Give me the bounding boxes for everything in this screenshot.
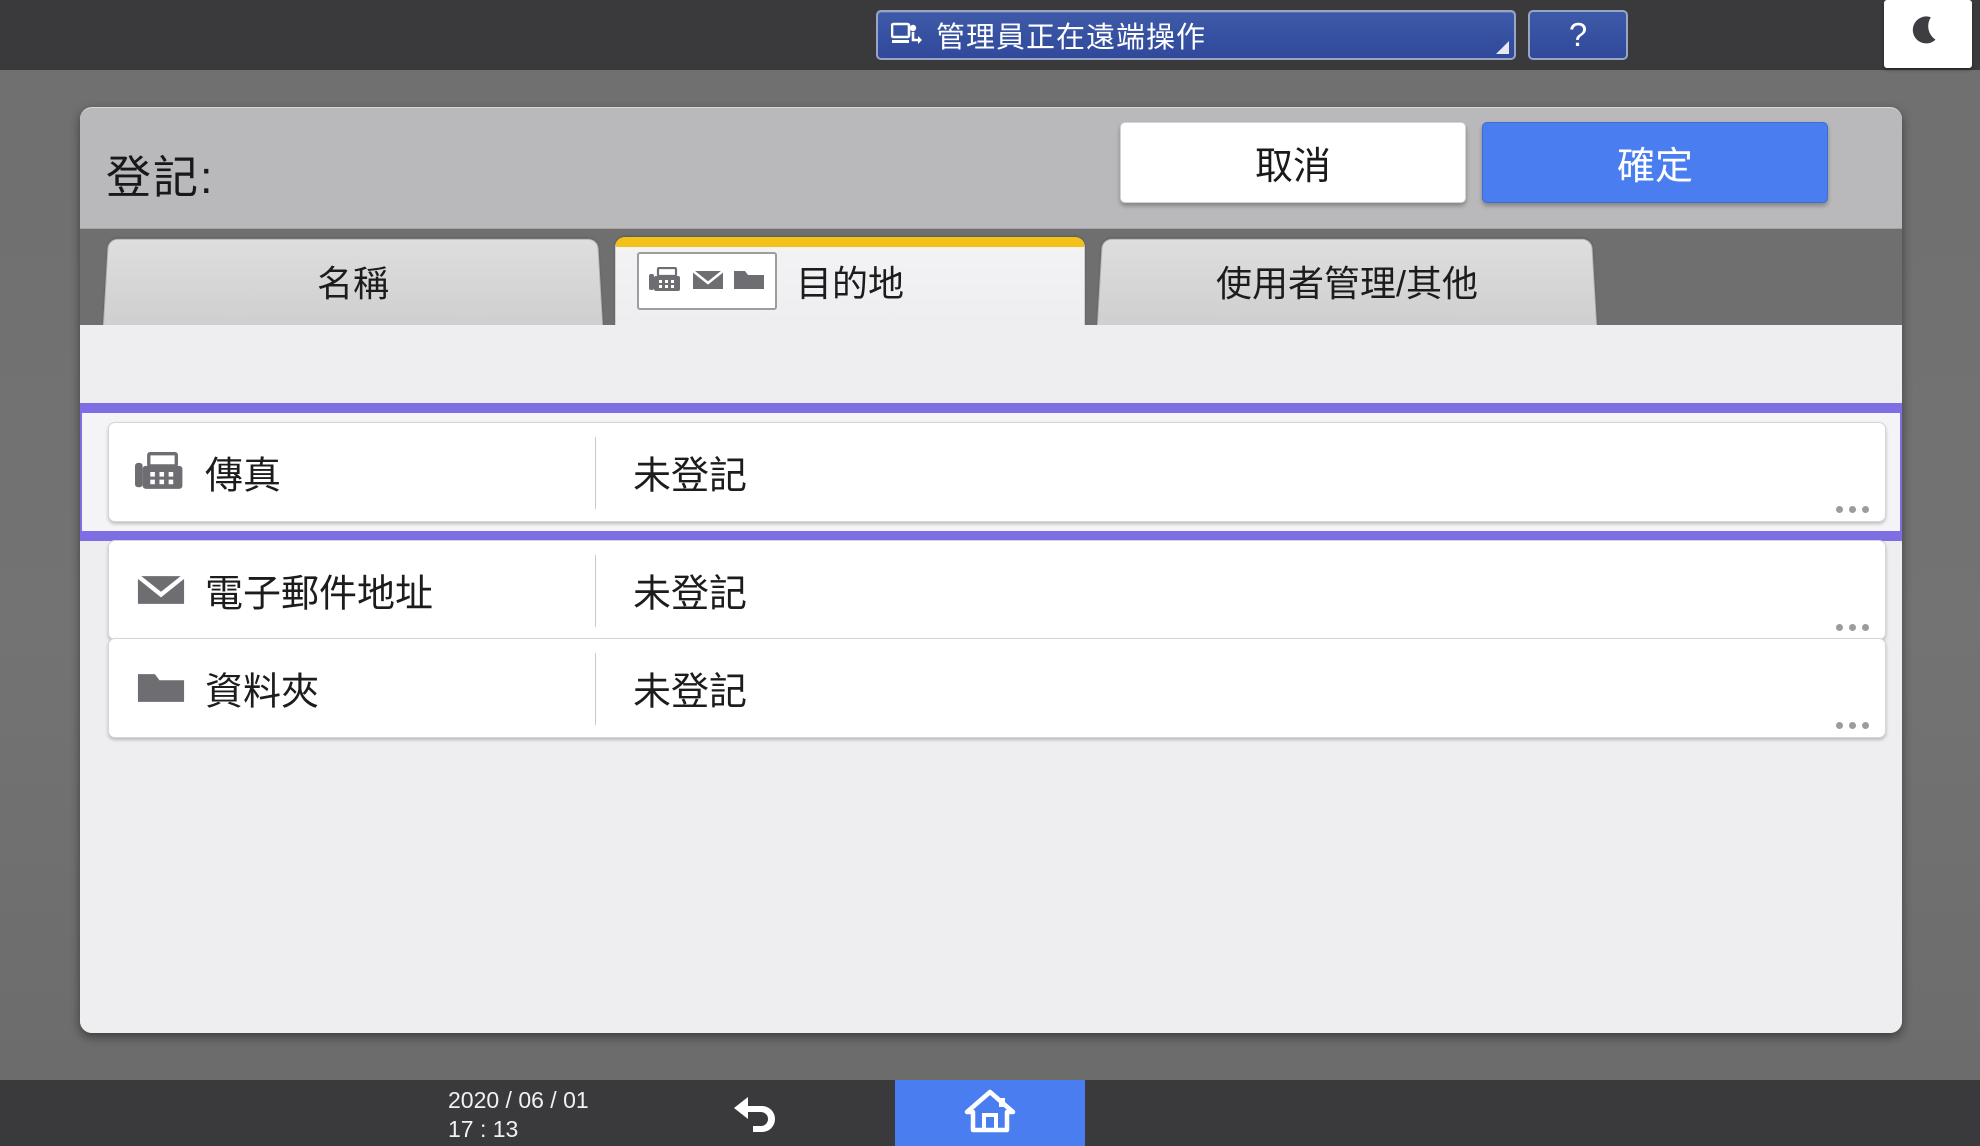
destination-type-icons	[637, 252, 777, 310]
home-icon	[964, 1088, 1016, 1139]
folder-icon	[733, 260, 765, 302]
list-item-label: 傳真	[205, 455, 282, 498]
time-label: 17 : 13	[448, 1116, 519, 1142]
sleep-mode-button[interactable]	[1884, 0, 1972, 68]
fax-icon	[133, 448, 189, 496]
tab-bar: 名稱 目的地 使用者管理/其他	[80, 229, 1902, 325]
printer-touch-panel: 管理員正在遠端操作 ? 登記: 取消 確定 名稱 目的地 使用者管理/其他 傳真…	[0, 0, 1980, 1146]
page-title: 登記:	[106, 152, 215, 203]
back-arrow-icon	[728, 1089, 782, 1138]
list-item-value: 未登記	[633, 455, 748, 498]
date-label: 2020 / 06 / 01	[448, 1087, 589, 1113]
row-divider	[595, 653, 596, 725]
folder-icon	[133, 664, 189, 712]
registration-dialog: 登記: 取消 確定 名稱 目的地 使用者管理/其他 傳真 未登記 電子郵件地址 …	[80, 107, 1902, 1033]
remote-operation-icon	[890, 20, 924, 50]
tab-destination[interactable]: 目的地	[615, 237, 1085, 325]
row-divider	[595, 555, 596, 627]
datetime-display: 2020 / 06 / 01 17 : 13	[448, 1086, 589, 1144]
help-button[interactable]: ?	[1528, 10, 1628, 60]
list-item-value: 未登記	[633, 573, 748, 616]
bottom-navigation-bar: 2020 / 06 / 01 17 : 13	[0, 1080, 1980, 1146]
list-item-value: 未登記	[633, 671, 748, 714]
fax-icon	[649, 260, 683, 302]
resize-corner-icon	[1496, 41, 1509, 54]
list-item-folder[interactable]: 資料夾 未登記	[108, 638, 1886, 738]
row-divider	[595, 437, 596, 509]
more-options-icon[interactable]	[1836, 722, 1869, 729]
list-item-label: 電子郵件地址	[205, 573, 434, 616]
dialog-header: 登記: 取消 確定	[80, 108, 1902, 229]
remote-operation-label: 管理員正在遠端操作	[936, 22, 1207, 54]
remote-operation-status-button[interactable]: 管理員正在遠端操作	[876, 10, 1516, 60]
tab-user-management-label: 使用者管理/其他	[1215, 263, 1478, 304]
home-button[interactable]	[895, 1080, 1085, 1146]
top-status-bar: 管理員正在遠端操作 ?	[0, 0, 1980, 70]
envelope-icon	[692, 260, 724, 302]
destination-list: 傳真 未登記 電子郵件地址 未登記 資料夾 未登記	[80, 325, 1902, 1033]
cancel-label: 取消	[1254, 146, 1331, 188]
cancel-button[interactable]: 取消	[1120, 122, 1466, 203]
ok-label: 確定	[1616, 146, 1693, 188]
envelope-icon	[133, 566, 189, 614]
more-options-icon[interactable]	[1836, 506, 1869, 513]
tab-name[interactable]: 名稱	[103, 237, 603, 325]
list-item-email[interactable]: 電子郵件地址 未登記	[108, 540, 1886, 640]
tab-destination-label: 目的地	[795, 263, 904, 304]
tab-user-management[interactable]: 使用者管理/其他	[1097, 237, 1597, 325]
list-item-label: 資料夾	[205, 671, 320, 714]
back-button[interactable]	[700, 1080, 810, 1146]
help-label: ?	[1568, 16, 1588, 53]
tab-name-label: 名稱	[316, 263, 389, 304]
ok-button[interactable]: 確定	[1482, 122, 1828, 203]
more-options-icon[interactable]	[1836, 624, 1869, 631]
moon-icon	[1908, 12, 1948, 57]
list-item-fax[interactable]: 傳真 未登記	[108, 422, 1886, 522]
